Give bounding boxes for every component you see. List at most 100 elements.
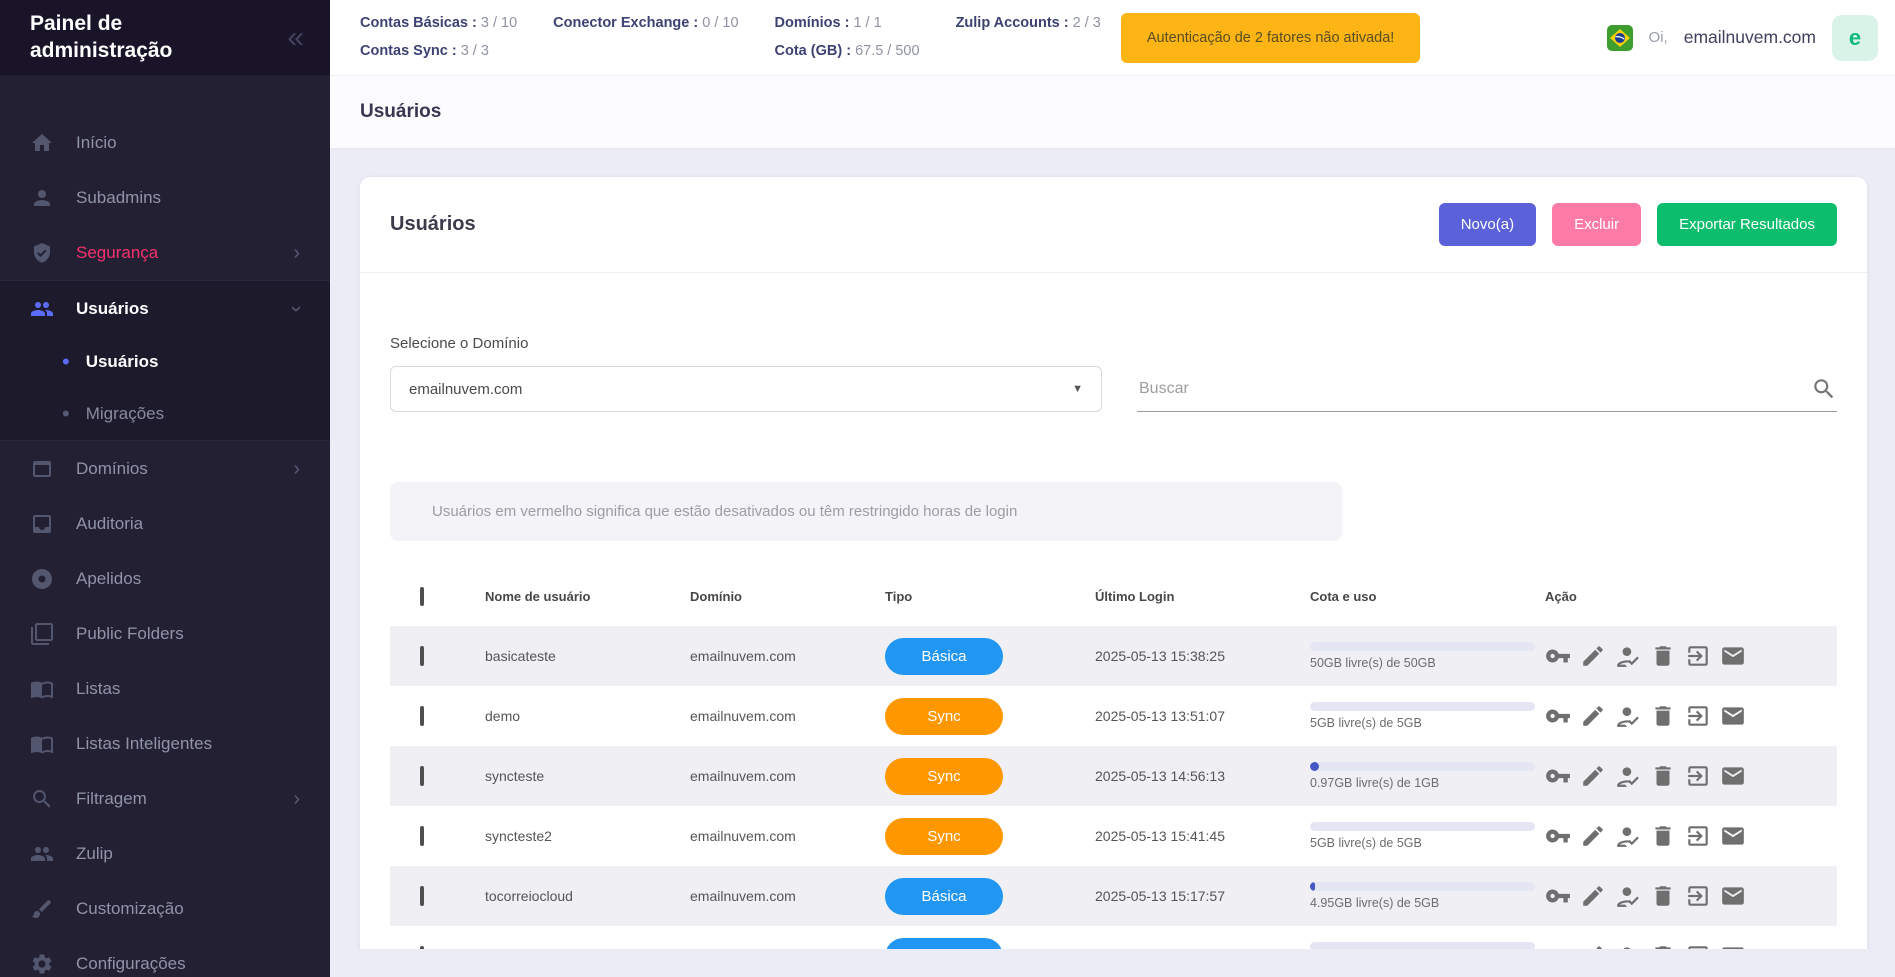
stat-label: Conector Exchange : — [553, 15, 702, 31]
new-button[interactable]: Novo(a) — [1439, 203, 1536, 246]
sidebar-item-subadmins[interactable]: Subadmins — [0, 170, 330, 225]
person-check-icon[interactable] — [1615, 883, 1641, 909]
trash-icon[interactable] — [1650, 703, 1676, 729]
bullet-icon: • — [62, 351, 70, 373]
edit-icon[interactable] — [1580, 643, 1606, 669]
sidebar-item-label: Listas Inteligentes — [76, 734, 212, 754]
edit-icon[interactable] — [1580, 823, 1606, 849]
edit-icon[interactable] — [1580, 883, 1606, 909]
trash-icon[interactable] — [1650, 883, 1676, 909]
sign-in-icon[interactable] — [1685, 763, 1711, 789]
trash-icon[interactable] — [1650, 823, 1676, 849]
stat: Conector Exchange : 0 / 10 — [553, 13, 738, 34]
brazil-flag-icon[interactable] — [1607, 25, 1633, 51]
users-table: Nome de usuárioDomínioTipoÚltimo LoginCo… — [390, 566, 1837, 949]
key-icon[interactable] — [1545, 763, 1571, 789]
key-icon[interactable] — [1545, 883, 1571, 909]
sidebar-item-filtragem[interactable]: Filtragem› — [0, 771, 330, 826]
sidebar-item-seguranca[interactable]: Segurança› — [0, 225, 330, 280]
stat-label: Domínios : — [775, 15, 854, 31]
edit-icon[interactable] — [1580, 943, 1606, 949]
trash-icon[interactable] — [1650, 643, 1676, 669]
table-row: synctesteemailnuvem.comSync2025-05-13 14… — [390, 746, 1837, 806]
mail-icon[interactable] — [1720, 823, 1746, 849]
sign-in-icon[interactable] — [1685, 823, 1711, 849]
sign-in-icon[interactable] — [1685, 703, 1711, 729]
row-checkbox[interactable] — [420, 646, 424, 666]
two-factor-warning-button[interactable]: Autenticação de 2 fatores não ativada! — [1121, 13, 1420, 63]
last-login-cell: 2025-05-13 15:17:57 — [1095, 888, 1310, 904]
chevron-right-icon: › — [293, 243, 300, 263]
row-checkbox[interactable] — [420, 826, 424, 846]
mail-icon[interactable] — [1720, 883, 1746, 909]
domain-select[interactable]: emailnuvem.com ▼ — [390, 366, 1102, 412]
domain-cell: emailnuvem.com — [690, 828, 885, 844]
sidebar-item-zulip[interactable]: Zulip — [0, 826, 330, 881]
quota-bar — [1310, 942, 1535, 949]
username-cell: basicateste — [485, 648, 690, 664]
search-icon[interactable] — [1811, 376, 1837, 402]
mail-icon[interactable] — [1720, 643, 1746, 669]
search-block — [1137, 366, 1837, 412]
checkbox-cell — [390, 948, 485, 949]
row-checkbox[interactable] — [420, 706, 424, 726]
sidebar-item-auditoria[interactable]: Auditoria — [0, 496, 330, 551]
sidebar-item-usuarios[interactable]: Usuários› — [0, 281, 330, 336]
edit-icon[interactable] — [1580, 763, 1606, 789]
collapse-sidebar-icon[interactable]: « — [287, 23, 304, 53]
row-checkbox[interactable] — [420, 766, 424, 786]
sidebar-item-listas-inteligentes[interactable]: Listas Inteligentes — [0, 716, 330, 771]
sidebar-subitem-usuarios[interactable]: •Usuários — [0, 336, 330, 388]
stat-column: Zulip Accounts : 2 / 3 — [956, 13, 1101, 34]
sidebar-item-public-folders[interactable]: Public Folders — [0, 606, 330, 661]
sign-in-icon[interactable] — [1685, 643, 1711, 669]
edit-icon[interactable] — [1580, 703, 1606, 729]
sidebar-item-apelidos[interactable]: Apelidos — [0, 551, 330, 606]
avatar[interactable]: e — [1832, 15, 1878, 61]
search-input[interactable] — [1137, 379, 1811, 399]
sidebar-item-customizacao[interactable]: Customização — [0, 881, 330, 936]
trash-icon[interactable] — [1650, 943, 1676, 949]
caret-down-icon: ▼ — [1072, 383, 1083, 395]
mail-icon[interactable] — [1720, 763, 1746, 789]
stat-column: Conector Exchange : 0 / 10 — [553, 13, 738, 34]
select-all-checkbox[interactable] — [420, 587, 424, 606]
sidebar-item-configuracoes[interactable]: Configurações — [0, 936, 330, 977]
row-checkbox[interactable] — [420, 946, 424, 949]
person-check-icon[interactable] — [1615, 643, 1641, 669]
key-icon[interactable] — [1545, 943, 1571, 949]
person-check-icon[interactable] — [1615, 763, 1641, 789]
domain-select-label: Selecione o Domínio — [390, 335, 1102, 352]
home-icon — [30, 131, 54, 155]
person-check-icon[interactable] — [1615, 823, 1641, 849]
sidebar-item-inicio[interactable]: Início — [0, 115, 330, 170]
row-checkbox[interactable] — [420, 886, 424, 906]
mail-icon[interactable] — [1720, 703, 1746, 729]
key-icon[interactable] — [1545, 643, 1571, 669]
panel-title: Usuários — [390, 213, 476, 236]
type-cell: Básica — [885, 878, 1095, 915]
actions-cell — [1545, 703, 1837, 729]
quota-text: 50GB livre(s) de 50GB — [1310, 656, 1545, 670]
trash-icon[interactable] — [1650, 763, 1676, 789]
sign-in-icon[interactable] — [1685, 943, 1711, 949]
page-header: Usuários — [330, 75, 1895, 149]
page-title: Usuários — [360, 101, 441, 123]
sidebar-nav: InícioSubadminsSegurança›Usuários›•Usuár… — [0, 75, 330, 977]
chevron-down-icon: › — [287, 305, 307, 312]
delete-button[interactable]: Excluir — [1552, 203, 1641, 246]
username-cell: syncteste2 — [485, 828, 690, 844]
key-icon[interactable] — [1545, 823, 1571, 849]
sidebar-item-dominios[interactable]: Domínios› — [0, 441, 330, 496]
person-check-icon[interactable] — [1615, 943, 1641, 949]
sign-in-icon[interactable] — [1685, 883, 1711, 909]
sidebar-item-listas[interactable]: Listas — [0, 661, 330, 716]
sidebar-subitem-migracoes[interactable]: •Migrações — [0, 388, 330, 440]
mail-icon[interactable] — [1720, 943, 1746, 949]
person-check-icon[interactable] — [1615, 703, 1641, 729]
export-results-button[interactable]: Exportar Resultados — [1657, 203, 1837, 246]
stat-value: 67.5 / 500 — [855, 43, 920, 59]
key-icon[interactable] — [1545, 703, 1571, 729]
stat: Domínios : 1 / 1 — [775, 13, 920, 34]
type-badge: Básica — [885, 878, 1003, 915]
